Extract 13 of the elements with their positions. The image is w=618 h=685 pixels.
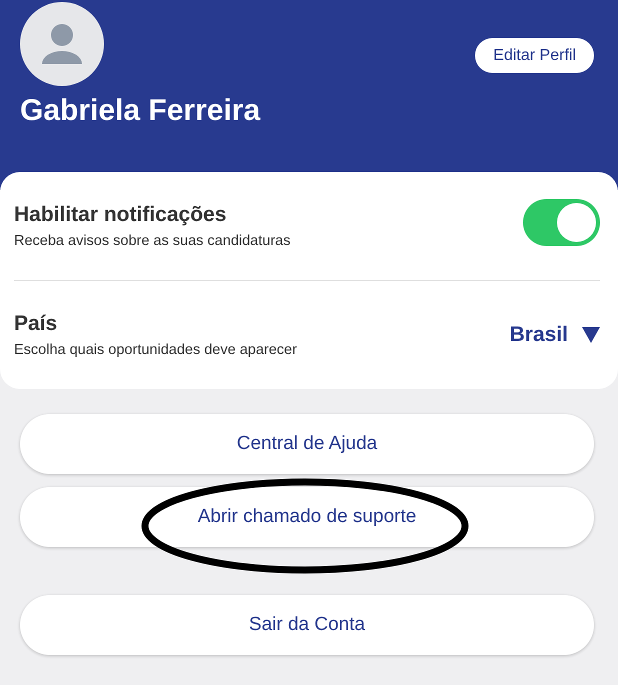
setting-title: Habilitar notificações [14, 203, 228, 227]
menu-button[interactable]: Central de Ajuda [20, 414, 594, 474]
menu-button[interactable]: Abrir chamado de suporte [20, 487, 594, 547]
edit-profile-button[interactable]: Editar Perfil [475, 38, 594, 73]
profile-name: Gabriela Ferreira [20, 94, 260, 128]
toggle-switch[interactable] [523, 198, 600, 246]
avatar-icon [20, 2, 104, 86]
caret-icon[interactable] [582, 327, 600, 343]
setting-title: País [14, 312, 58, 336]
setting-description: Escolha quais oportunidades deve aparecer [14, 342, 297, 358]
menu-button[interactable]: Sair da Conta [20, 595, 594, 655]
setting-description: Receba avisos sobre as suas candidaturas [14, 233, 290, 249]
country-dropdown[interactable]: Brasil [510, 323, 568, 347]
